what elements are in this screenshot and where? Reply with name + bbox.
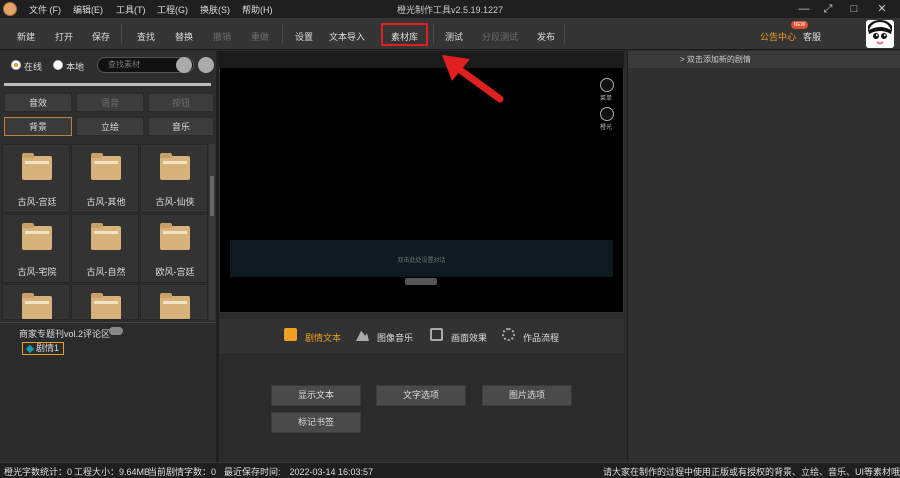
tab-image-music[interactable]: 图像音乐 [377,331,413,344]
toolbar-separator [433,24,434,44]
radio-online[interactable] [11,60,21,70]
current-word-count: 当前剧情字数：0 [148,467,217,477]
new-button[interactable]: 新建 [17,30,35,43]
redo-button[interactable]: 重做 [251,30,269,43]
folder-icon [160,223,190,250]
settings-button[interactable]: 设置 [295,30,313,43]
size-slider[interactable] [4,83,211,86]
add-story-hint[interactable]: > 双击添加新的剧情 [680,54,751,65]
scrollbar-thumb[interactable] [210,176,214,216]
material-tile[interactable]: 古风-宫廷 [2,144,70,213]
tab-story-text[interactable]: 剧情文本 [305,331,341,344]
material-tile[interactable]: 古风-仙侠 [140,144,208,213]
close-icon[interactable]: ✕ [870,1,894,17]
material-tile[interactable] [140,284,208,320]
orange-light-icon[interactable] [600,107,614,121]
editor-tabs [219,319,624,353]
avatar[interactable] [866,20,894,48]
folder-icon [22,293,52,319]
publish-button[interactable]: 发布 [537,30,555,43]
image-option-button[interactable]: 图片选项 [482,385,572,406]
tree-tag-icon [109,327,123,335]
material-tile[interactable] [71,284,139,320]
tree-root-item[interactable]: 商家专题刊vol.2评论区 [19,327,110,340]
material-library-button[interactable]: 素材库 [391,30,418,43]
story-text-icon [284,328,297,341]
save-button[interactable]: 保存 [92,30,110,43]
radio-local[interactable] [53,60,63,70]
orange-light-label: 橙光 [600,125,613,131]
radio-online-label: 在线 [24,62,43,72]
story-list-header [628,51,900,68]
material-tile[interactable]: 欧风-宫廷 [140,214,208,283]
project-size: 工程大小：9.64MB [74,467,151,477]
work-flow-icon [502,328,515,341]
menu-icon-label: 菜单 [600,96,613,102]
eye-icon[interactable] [405,278,437,285]
material-tile[interactable] [2,284,70,320]
folder-icon [22,223,52,250]
red-arrow-icon [442,55,504,103]
replace-button[interactable]: 替换 [175,30,193,43]
segment-test-button[interactable]: 分段测试 [482,30,518,43]
undo-button[interactable]: 撤销 [213,30,231,43]
app-window: 文件 (F) 编辑(E) 工具(T) 工程(G) 换肤(S) 帮助(H) 橙光制… [0,0,900,478]
customer-service-button[interactable]: 客服 [803,30,821,43]
maximize-icon[interactable]: □ [842,1,866,17]
material-tile[interactable]: 古风-自然 [71,214,139,283]
text-option-button[interactable]: 文字选项 [376,385,466,406]
folder-icon [160,153,190,180]
category-portrait[interactable]: 立绘 [76,117,144,136]
word-count: 橙光字数统计：0 [4,467,73,477]
material-tile[interactable]: 古风-宅院 [2,214,70,283]
tree-child-item[interactable]: 剧情1 [22,342,64,355]
status-notice: 请大家在制作的过程中使用正版或有授权的背景、立绘、音乐、UI等素材哦~ [603,467,900,477]
category-sound-effect[interactable]: 音效 [4,93,72,112]
bookmark-button[interactable]: 标记书签 [271,412,361,433]
test-button[interactable]: 测试 [445,30,463,43]
shrink-icon[interactable]: ⤢ [816,1,840,17]
notice-center-button[interactable]: 公告中心 [760,30,796,43]
story-list-panel[interactable] [627,51,900,462]
menu-icon[interactable] [600,78,614,92]
preview-top-strip [219,51,624,68]
category-music[interactable]: 音乐 [148,117,214,136]
last-save-time: 最近保存时间: 2022-03-14 16:03:57 [224,467,374,477]
minimize-icon[interactable]: — [792,1,816,17]
toolbar-separator [121,24,122,44]
search-icon[interactable] [176,57,192,73]
category-button[interactable]: 按钮 [148,93,214,112]
folder-icon [22,153,52,180]
material-tile[interactable]: 古风-其他 [71,144,139,213]
find-button[interactable]: 查找 [137,30,155,43]
show-text-button[interactable]: 显示文本 [271,385,361,406]
tab-screen-effect[interactable]: 画面效果 [451,331,487,344]
toolbar-separator [564,24,565,44]
radio-local-label: 本地 [66,62,85,72]
command-area [219,353,624,462]
import-text-button[interactable]: 文本导入 [329,30,365,43]
folder-icon [91,223,121,250]
new-badge: NEW [791,21,808,29]
category-background[interactable]: 背景 [4,117,72,136]
screen-effect-icon [430,328,443,341]
material-scrollbar[interactable] [209,144,215,320]
open-button[interactable]: 打开 [55,30,73,43]
dialog-hint: 双击此处设置对话 [397,258,446,264]
toolbar-separator [282,24,283,44]
folder-icon [91,293,121,319]
window-title: 橙光制作工具v2.5.19.1227 [396,5,504,15]
category-voice[interactable]: 语音 [76,93,144,112]
folder-icon [160,293,190,319]
avatar-face-icon [866,20,894,48]
folder-icon [91,153,121,180]
refresh-icon[interactable] [198,57,214,73]
tab-work-flow[interactable]: 作品流程 [523,331,559,344]
